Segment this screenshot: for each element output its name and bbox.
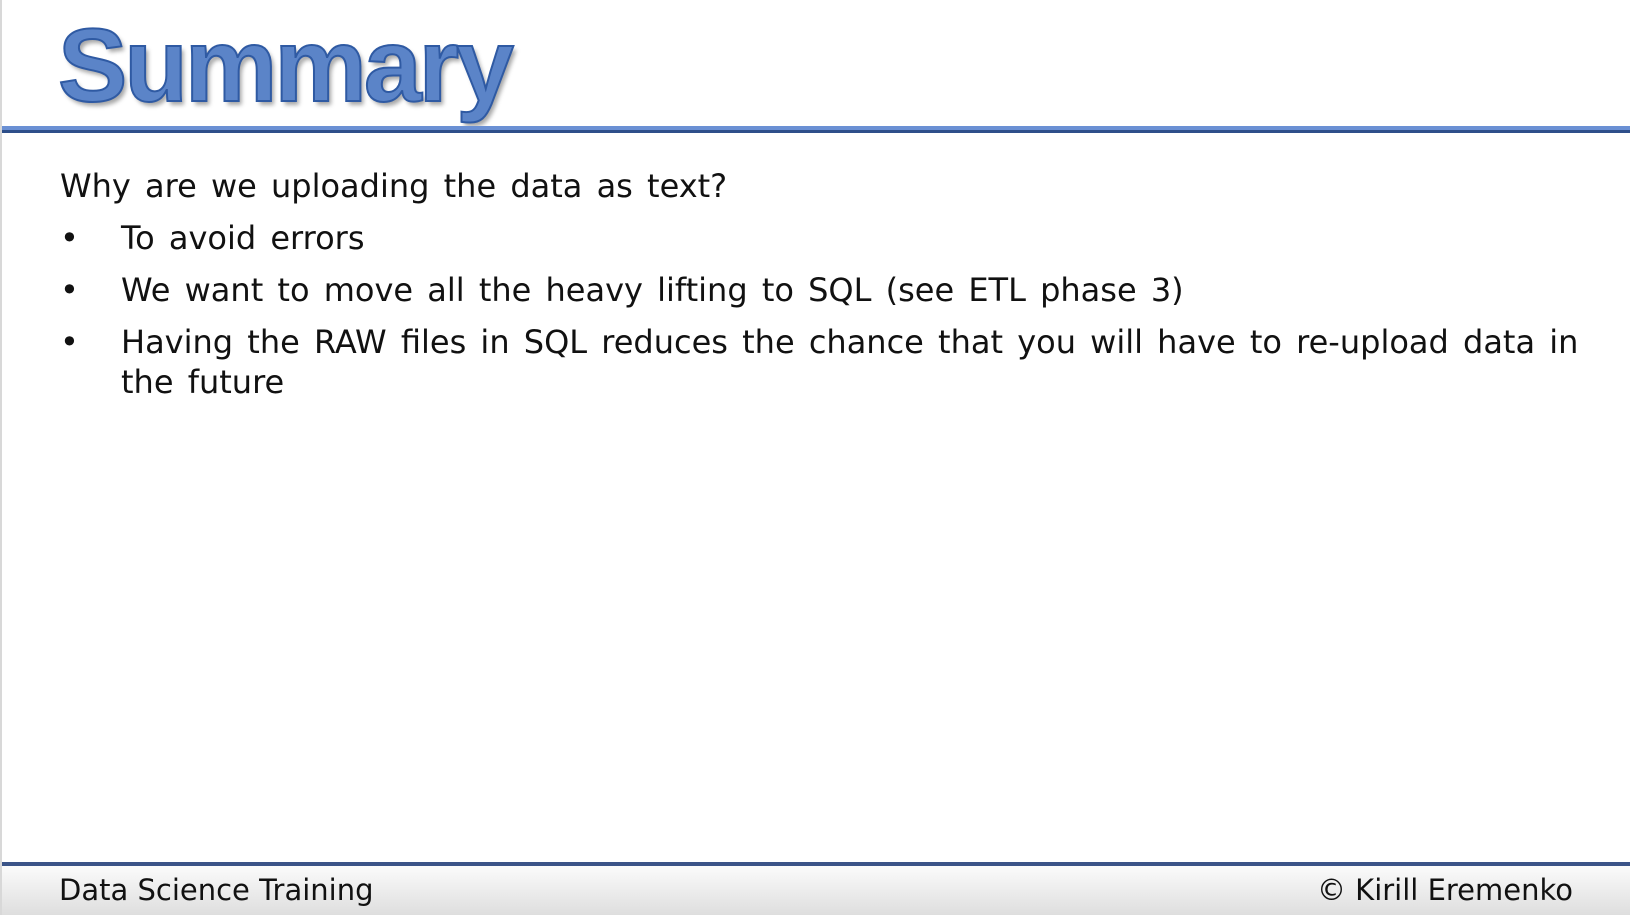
title-divider — [2, 126, 1630, 133]
question-text: Why are we uploading the data as text? — [60, 167, 728, 205]
bullet-icon: • — [60, 323, 79, 361]
bullet-text: We want to move all the heavy lifting to… — [121, 271, 1184, 309]
footer-copyright: © Kirill Eremenko — [1316, 873, 1573, 907]
bullet-item: • Having the RAW files in SQL reduces th… — [60, 322, 1580, 402]
bullet-icon: • — [60, 271, 79, 309]
bullet-item: • To avoid errors — [60, 218, 1580, 258]
slide-edge — [0, 0, 2, 915]
bullet-item: • We want to move all the heavy lifting … — [60, 270, 1580, 310]
bullet-text: To avoid errors — [121, 219, 365, 257]
footer-left-text: Data Science Training — [59, 873, 374, 907]
bullet-text: Having the RAW files in SQL reduces the … — [121, 323, 1579, 401]
slide-body: Why are we uploading the data as text? •… — [60, 166, 1580, 414]
bullet-icon: • — [60, 219, 79, 257]
footer: Data Science Training © Kirill Eremenko — [2, 866, 1630, 915]
slide-title: Summary — [57, 8, 515, 124]
